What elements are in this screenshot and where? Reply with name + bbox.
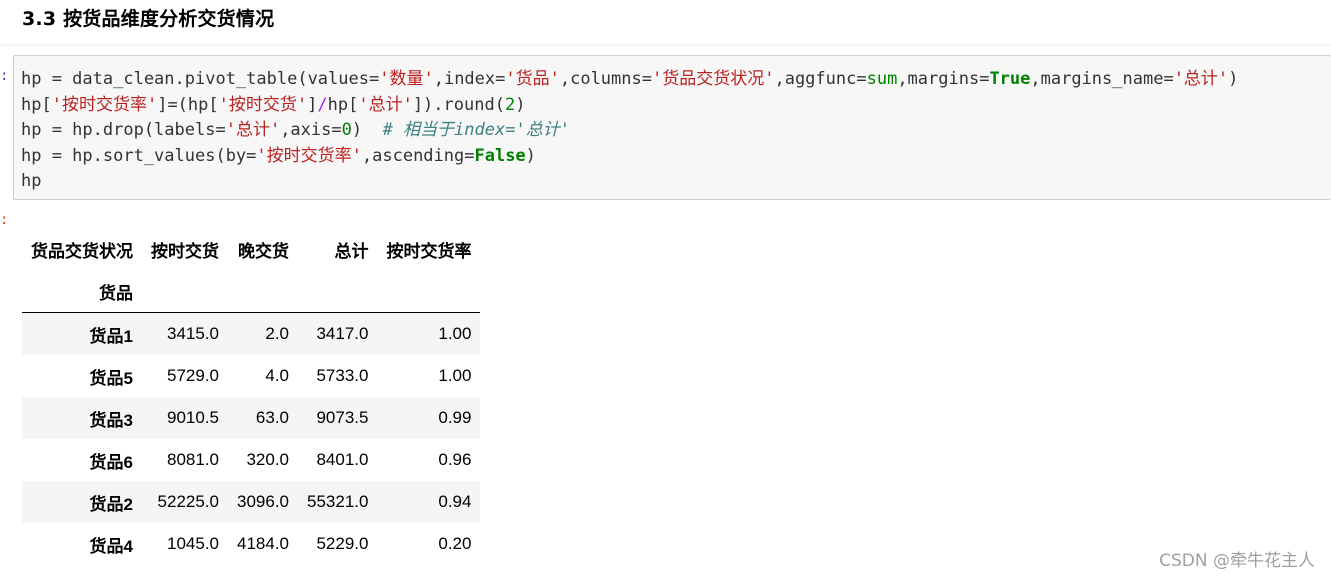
code-line: hp['按时交货率']=(hp['按时交货']/hp['总计']).round(… [21, 93, 1238, 119]
string-token: '总计' [358, 94, 413, 115]
table-cell: 52225.0 [157, 492, 219, 511]
code-token: ,ascending= [361, 145, 475, 166]
code-editor[interactable]: hp = data_clean.pivot_table(values='数量',… [21, 67, 1238, 195]
code-token: ) [1228, 69, 1239, 89]
table-cell: 63.0 [255, 408, 289, 427]
row-index: 货品6 [89, 452, 133, 472]
string-token: '货品' [505, 69, 560, 89]
table-row: 货品6 8081.0 320.0 8401.0 0.96 [22, 439, 480, 481]
table-cell: 1.00 [438, 324, 472, 343]
code-token: ,columns= [559, 69, 652, 89]
watermark: CSDN @牵牛花主人 [1159, 551, 1315, 571]
table-cell: 4.0 [265, 366, 289, 385]
row-index: 货品5 [89, 368, 133, 388]
row-index: 货品2 [89, 494, 133, 514]
table-row: 货品3 9010.5 63.0 9073.5 0.99 [22, 397, 481, 439]
string-token: '总计' [1173, 69, 1229, 89]
code-line: hp = data_clean.pivot_table(values='数量',… [21, 67, 1238, 93]
output-prompt-marker: : [0, 212, 9, 228]
code-token: ,margins_name= [1030, 69, 1174, 89]
code-line: hp = hp.sort_values(by='按时交货率',ascending… [21, 144, 1238, 170]
string-token: '货品交货状况' [651, 69, 775, 89]
code-token: ) [515, 94, 526, 115]
table-cell: 9010.5 [167, 408, 219, 427]
code-token: ,margins= [897, 69, 990, 89]
dataframe-output: 货品交货状况 按时交货 晚交货 总计 按时交货率 货品 货品1 3415.0 2… [22, 228, 481, 565]
comment-token: # 相当于index='总计' [382, 120, 570, 141]
code-token: hp = hp.sort_values(by= [21, 145, 257, 166]
header-row: 货品交货状况 按时交货 晚交货 总计 按时交货率 [22, 228, 480, 270]
number-token: 2 [504, 94, 516, 115]
empty-header [377, 270, 480, 313]
table-cell: 1.00 [438, 366, 472, 385]
table-cell: 4184.0 [237, 534, 289, 553]
number-token: 0 [341, 120, 352, 141]
table-cell: 320.0 [246, 450, 289, 469]
code-line: hp = hp.drop(labels='总计',axis=0) # 相当于in… [21, 118, 1238, 144]
string-token: '按时交货' [218, 94, 308, 115]
string-token: '数量' [379, 69, 434, 89]
code-token: hp = hp.drop(labels= [21, 120, 226, 141]
code-token: hp[ [327, 94, 359, 115]
columns-name-header: 货品交货状况 [31, 241, 133, 261]
section-heading: 3.3 按货品维度分析交货情况 [22, 8, 275, 30]
row-index: 货品3 [89, 410, 133, 430]
code-token: ]=(hp[ [157, 94, 219, 115]
dataframe-table: 货品交货状况 按时交货 晚交货 总计 按时交货率 货品 货品1 3415.0 2… [22, 228, 481, 565]
column-header: 晚交货 [238, 241, 289, 261]
table-cell: 0.20 [438, 534, 472, 553]
empty-header [228, 270, 298, 313]
column-header: 按时交货率 [386, 241, 472, 261]
row-index: 货品4 [89, 536, 133, 556]
code-cell[interactable]: hp = data_clean.pivot_table(values='数量',… [13, 55, 1331, 200]
table-cell: 5729.0 [167, 366, 219, 385]
table-row: 货品4 1045.0 4184.0 5229.0 0.20 [22, 523, 480, 565]
markdown-cell[interactable]: 3.3 按货品维度分析交货情况 [0, 0, 1331, 44]
table-row: 货品5 5729.0 4.0 5733.0 1.00 [22, 355, 480, 397]
index-name-header: 货品 [99, 283, 133, 303]
builtin-token: sum [866, 69, 898, 89]
code-token: ,aggfunc= [774, 69, 867, 89]
code-token: ] [307, 94, 318, 115]
code-token: ,index= [433, 69, 506, 89]
index-name-row: 货品 [22, 270, 481, 313]
table-cell: 0.99 [438, 408, 472, 427]
empty-header [298, 270, 377, 313]
table-cell: 3417.0 [316, 324, 369, 343]
keyword-token: False [474, 145, 526, 166]
notebook-page: 3.3 按货品维度分析交货情况 : hp = data_clean.pivot_… [0, 0, 1331, 578]
string-token: '总计' [225, 120, 281, 141]
table-cell: 5229.0 [316, 534, 369, 553]
keyword-token: True [989, 69, 1031, 89]
table-row: 货品1 3415.0 2.0 3417.0 1.00 [22, 312, 481, 355]
string-token: '按时交货率' [51, 94, 158, 115]
row-index: 货品1 [89, 326, 133, 346]
table-cell: 0.94 [438, 492, 472, 511]
table-row: 货品2 52225.0 3096.0 55321.0 0.94 [22, 481, 481, 523]
column-header: 总计 [334, 241, 369, 261]
column-header: 按时交货 [151, 241, 219, 261]
table-cell: 3096.0 [237, 492, 289, 511]
input-prompt-marker: : [0, 68, 9, 84]
code-line: hp [21, 169, 1238, 195]
table-cell: 9073.5 [316, 408, 369, 427]
table-cell: 8401.0 [316, 450, 369, 469]
string-token: '按时交货率' [256, 145, 362, 166]
table-cell: 8081.0 [167, 450, 219, 469]
code-token: ) [525, 145, 536, 166]
table-cell: 0.96 [438, 450, 472, 469]
empty-header [142, 270, 228, 313]
code-token: hp [21, 171, 42, 192]
code-token: hp[ [21, 94, 52, 115]
table-cell: 55321.0 [307, 492, 369, 511]
operator-token: / [317, 94, 328, 115]
code-token: ) [351, 120, 383, 141]
code-token: hp = data_clean.pivot_table(values= [21, 69, 380, 89]
code-token: ]).round( [412, 94, 505, 115]
code-token: ,axis= [280, 120, 342, 141]
table-cell: 2.0 [265, 324, 289, 343]
table-cell: 1045.0 [167, 534, 219, 553]
table-cell: 3415.0 [167, 324, 219, 343]
table-cell: 5733.0 [316, 366, 369, 385]
